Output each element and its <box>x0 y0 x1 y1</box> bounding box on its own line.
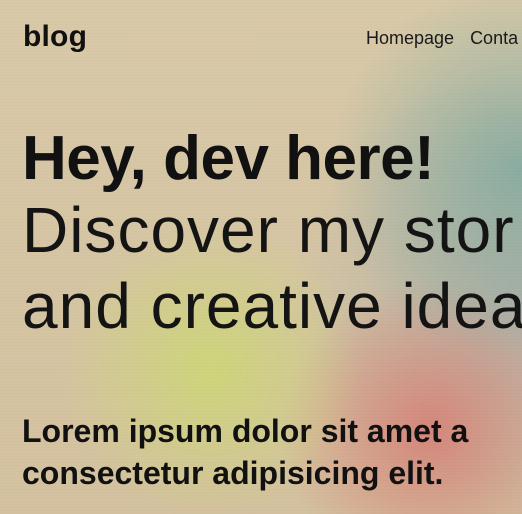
nav-link-contact[interactable]: Conta <box>470 28 518 49</box>
site-header: blog Homepage Conta <box>0 0 522 78</box>
hero-title: Hey, dev here! <box>22 124 435 193</box>
main-nav: Homepage Conta <box>366 28 518 49</box>
lead-line-1: Lorem ipsum dolor sit amet a <box>22 413 469 449</box>
site-logo[interactable]: blog <box>23 20 87 54</box>
hero-section: Hey, dev here! Discover my stor and crea… <box>22 126 522 344</box>
lead-text: Lorem ipsum dolor sit amet a consectetur… <box>22 410 522 494</box>
nav-link-homepage[interactable]: Homepage <box>366 28 454 49</box>
hero-subtitle-line-1: Discover my stor <box>22 194 515 266</box>
lead-line-2: consectetur adipisicing elit. <box>22 455 444 491</box>
hero-subtitle-line-2: and creative idea <box>22 270 522 342</box>
